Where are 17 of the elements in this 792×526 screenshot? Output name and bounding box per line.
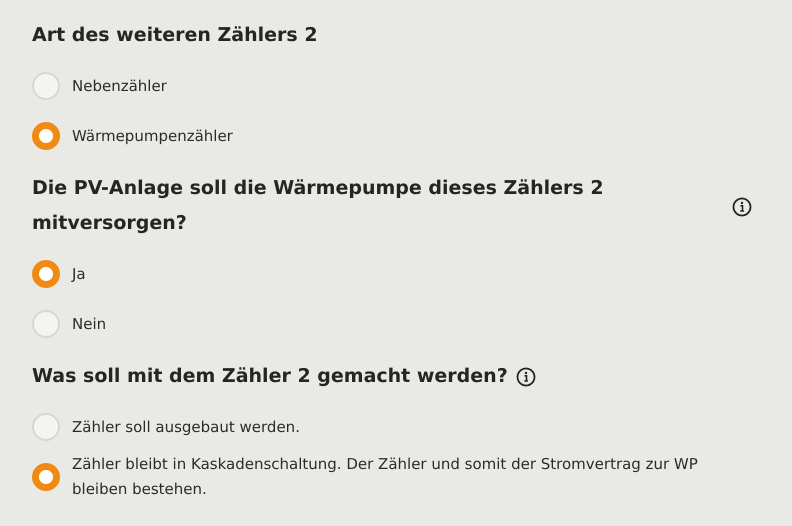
option-label: Nein xyxy=(72,314,106,334)
info-icon[interactable] xyxy=(732,197,752,217)
radio-button[interactable] xyxy=(32,72,60,100)
radio-button[interactable] xyxy=(32,122,60,150)
radio-button[interactable] xyxy=(32,310,60,338)
option-label: Ja xyxy=(72,264,86,284)
option-label: Zähler soll ausgebaut werden. xyxy=(72,416,300,438)
option-label: Wärmepumpenzähler xyxy=(72,126,233,146)
question-title: Die PV-Anlage soll die Wärmepumpe dieses Zählers 2 mitversorgen? xyxy=(32,176,605,236)
radio-button[interactable] xyxy=(32,463,60,491)
radio-button[interactable] xyxy=(32,260,60,288)
info-icon[interactable] xyxy=(516,366,536,386)
option-label: Zähler bleibt in Kaskadenschaltung. Der Zähler und somit der Stromvertrag zur WP bleiben bestehen. xyxy=(72,454,699,500)
question-title: Art des weiteren Zählers 2 xyxy=(32,23,318,48)
option-label: Nebenzähler xyxy=(72,76,167,96)
radio-button[interactable] xyxy=(32,413,60,441)
question-title: Was soll mit dem Zähler 2 gemacht werden? xyxy=(32,364,508,389)
